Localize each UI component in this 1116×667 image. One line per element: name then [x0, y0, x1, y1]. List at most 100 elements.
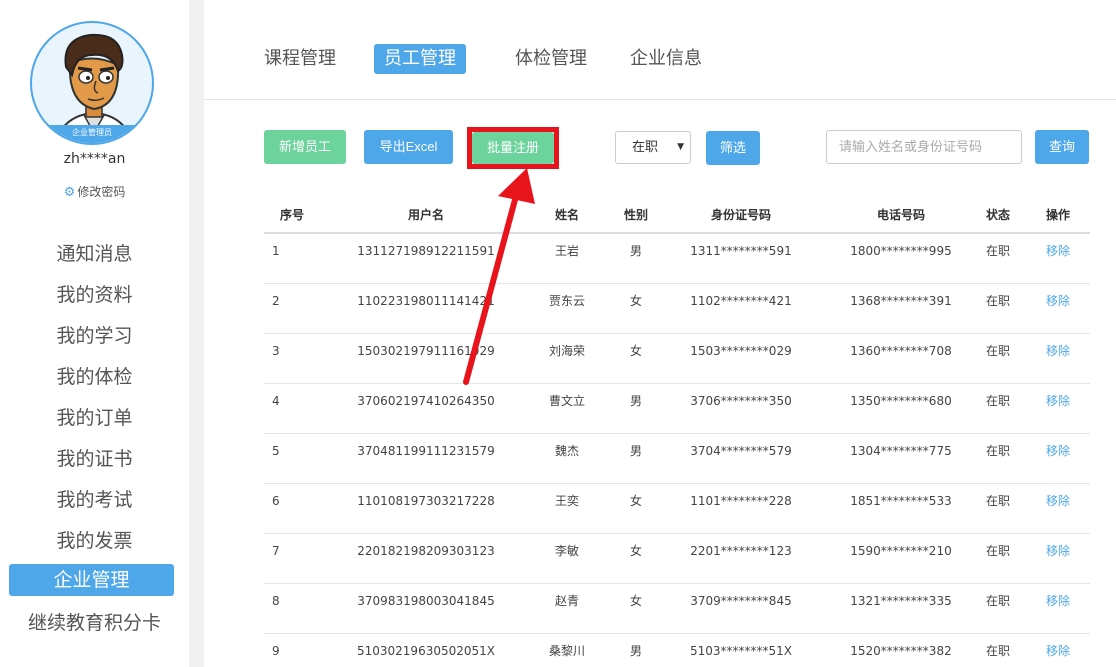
- cell-id-number: 5103********51X: [689, 644, 793, 658]
- cell-index: 5: [272, 444, 280, 458]
- cell-index: 8: [272, 594, 280, 608]
- remove-link[interactable]: 移除: [1038, 234, 1078, 268]
- cell-name: 魏杰: [554, 444, 579, 458]
- sidebar-item-credit-card[interactable]: 继续教育积分卡: [0, 605, 189, 646]
- sidebar-item-health-checks[interactable]: 我的体检: [0, 359, 189, 400]
- column-header-index: 序号: [279, 208, 304, 222]
- remove-link[interactable]: 移除: [1038, 384, 1078, 418]
- table-row: 3 150302197911161029 刘海荣 女 1503********029 13…: [264, 334, 1090, 384]
- cell-name: 刘海荣: [548, 344, 585, 358]
- cell-index: 3: [272, 344, 280, 358]
- tab-bar: 课程管理 员工管理 体检管理 企业信息: [204, 0, 1116, 100]
- column-header-gender: 性别: [623, 208, 648, 222]
- tab-employee-management[interactable]: 员工管理: [374, 44, 466, 74]
- filter-button[interactable]: 筛选: [706, 131, 760, 165]
- cell-index: 7: [272, 544, 280, 558]
- cell-username: 220182198209303123: [357, 544, 495, 558]
- cell-phone: 1321********335: [850, 594, 952, 608]
- sidebar-item-orders[interactable]: 我的订单: [0, 400, 189, 441]
- cell-id-number: 1101********228: [690, 494, 792, 508]
- remove-link[interactable]: 移除: [1038, 434, 1078, 468]
- cell-phone: 1590********210: [850, 544, 952, 558]
- highlight-box: [467, 127, 559, 169]
- cell-id-number: 3704********579: [690, 444, 792, 458]
- status-select[interactable]: 在职 ▼: [615, 131, 691, 164]
- table-row: 5 370481199111231579 魏杰 男 3704********579 130…: [264, 434, 1090, 484]
- table-row: 6 110108197303217228 王奕 女 1101********228 185…: [264, 484, 1090, 534]
- cell-status: 在职: [985, 444, 1010, 458]
- search-input[interactable]: [826, 130, 1022, 164]
- sidebar: 企业管理员 zh****an ⚙ 修改密码 通知消息 我的资料 我的学习 我的体检…: [0, 0, 189, 667]
- caret-down-icon: ▼: [677, 142, 684, 152]
- cell-gender: 女: [629, 294, 642, 308]
- cell-status: 在职: [985, 544, 1010, 558]
- cell-username: 150302197911161029: [357, 344, 495, 358]
- employee-table: 序号 用户名 姓名 性别 身份证号码 电话号码 状态 操作 1 131127198…: [264, 199, 1090, 667]
- cell-gender: 男: [629, 444, 642, 458]
- column-header-status: 状态: [985, 208, 1010, 222]
- remove-link[interactable]: 移除: [1038, 534, 1078, 568]
- sidebar-item-profile[interactable]: 我的资料: [0, 277, 189, 318]
- cell-username: 110108197303217228: [357, 494, 495, 508]
- cell-status: 在职: [985, 644, 1010, 658]
- export-excel-button[interactable]: 导出Excel: [364, 130, 453, 164]
- cell-phone: 1304********775: [850, 444, 952, 458]
- remove-link[interactable]: 移除: [1038, 634, 1078, 667]
- table-row: 1 131127198912211591 王岩 男 1311********591 180…: [264, 234, 1090, 284]
- sidebar-item-exams[interactable]: 我的考试: [0, 482, 189, 523]
- remove-link[interactable]: 移除: [1038, 484, 1078, 518]
- table-header: 序号 用户名 姓名 性别 身份证号码 电话号码 状态 操作: [264, 199, 1090, 234]
- table-body: 1 131127198912211591 王岩男 1311********591 180…: [264, 234, 1090, 667]
- cell-index: 2: [272, 294, 280, 308]
- sidebar-item-enterprise-management[interactable]: 企业管理: [0, 564, 189, 605]
- table-row: 7 220182198209303123 李敏 女 2201********123 159…: [264, 534, 1090, 584]
- cell-name: 桑黎川: [548, 644, 585, 658]
- avatar[interactable]: 企业管理员: [30, 21, 154, 145]
- cell-status: 在职: [985, 394, 1010, 408]
- cell-id-number: 3706********350: [690, 394, 792, 408]
- tab-enterprise-info[interactable]: 企业信息: [620, 44, 712, 74]
- cell-gender: 男: [629, 644, 642, 658]
- cell-id-number: 3709********845: [690, 594, 792, 608]
- cell-phone: 1800********995: [850, 244, 952, 258]
- add-employee-button[interactable]: 新增员工: [264, 130, 346, 164]
- cell-phone: 1851********533: [850, 494, 952, 508]
- column-header-username: 用户名: [407, 208, 444, 222]
- cell-name: 贾东云: [548, 294, 585, 308]
- cell-name: 赵青: [554, 594, 579, 608]
- tab-health-check-management[interactable]: 体检管理: [505, 44, 597, 74]
- remove-link[interactable]: 移除: [1038, 284, 1078, 318]
- table-row: 2 110223198011141421 贾东云 女 1102********421 13…: [264, 284, 1090, 334]
- sidebar-item-invoices[interactable]: 我的发票: [0, 523, 189, 564]
- sidebar-item-certificates[interactable]: 我的证书: [0, 441, 189, 482]
- cell-phone: 1368********391: [850, 294, 952, 308]
- avatar-role-badge: 企业管理员: [32, 125, 152, 143]
- tab-course-management[interactable]: 课程管理: [254, 44, 346, 74]
- cell-name: 李敏: [554, 544, 579, 558]
- sidebar-item-learning[interactable]: 我的学习: [0, 318, 189, 359]
- remove-link[interactable]: 移除: [1038, 584, 1078, 618]
- cell-gender: 女: [629, 544, 642, 558]
- query-button[interactable]: 查询: [1035, 130, 1089, 164]
- cell-status: 在职: [985, 594, 1010, 608]
- sidebar-item-notifications[interactable]: 通知消息: [0, 236, 189, 277]
- column-header-action: 操作: [1045, 208, 1070, 222]
- table-row: 8 370983198003041845 赵青 女 3709********845 132…: [264, 584, 1090, 634]
- table-row: 9 51030219630502051X 桑黎川 男 5103********51X 15…: [264, 634, 1090, 667]
- cell-id-number: 2201********123: [690, 544, 792, 558]
- cell-phone: 1520********382: [850, 644, 952, 658]
- change-password-link[interactable]: ⚙ 修改密码: [0, 183, 189, 200]
- cell-gender: 男: [629, 394, 642, 408]
- cell-gender: 女: [629, 344, 642, 358]
- cell-index: 6: [272, 494, 280, 508]
- cell-username: 370983198003041845: [357, 594, 495, 608]
- remove-link[interactable]: 移除: [1038, 334, 1078, 368]
- cell-name: 王奕: [554, 494, 579, 508]
- cell-gender: 男: [629, 244, 642, 258]
- cell-status: 在职: [985, 344, 1010, 358]
- username: zh****an: [63, 151, 126, 167]
- cell-username: 370602197410264350: [357, 394, 495, 408]
- cell-index: 9: [272, 644, 280, 658]
- cell-name: 曹文立: [548, 394, 585, 408]
- cell-username: 131127198912211591: [357, 244, 495, 258]
